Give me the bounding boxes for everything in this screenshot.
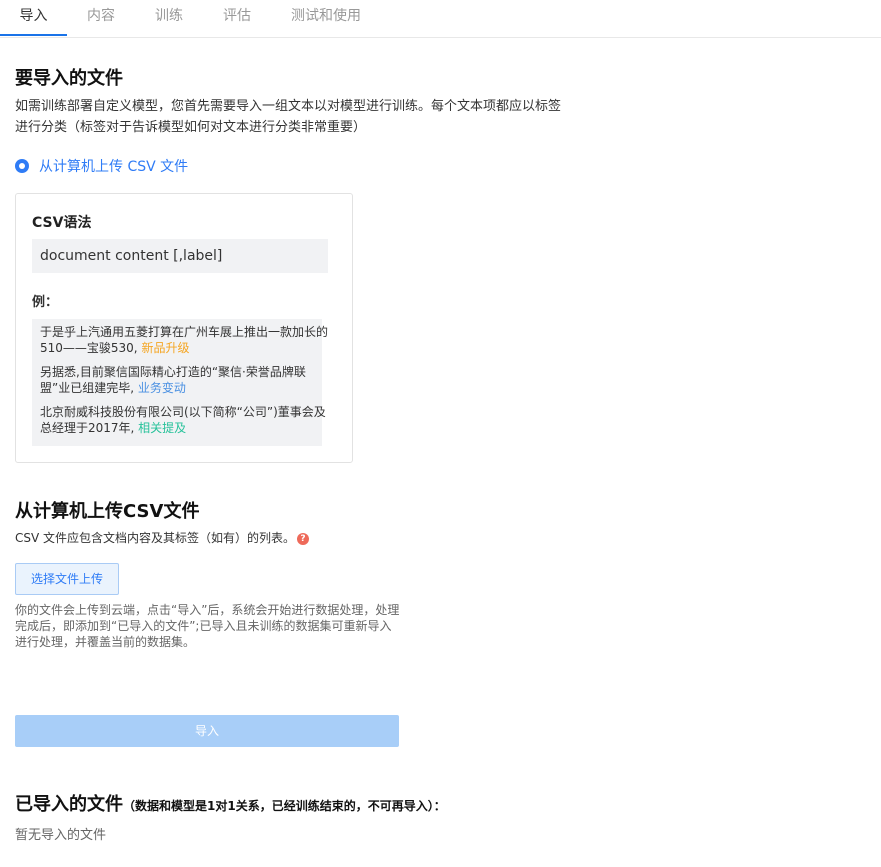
csv-syntax-card: CSV语法 document content [,label] 例： 于是乎上汽… <box>15 193 353 463</box>
example-text: 另据悉,目前聚信国际精心打造的“聚信·荣誉品牌联 <box>40 365 306 379</box>
choose-file-upload-button[interactable]: 选择文件上传 <box>15 563 119 595</box>
section-title-imported: 已导入的文件（数据和模型是1对1关系，已经训练结束的，不可再导入）： <box>15 790 446 816</box>
radio-label[interactable]: 从计算机上传 CSV 文件 <box>39 156 188 176</box>
empty-imported-message: 暂无导入的文件 <box>15 828 107 843</box>
tab-test-use[interactable]: 测试和使用 <box>284 0 368 36</box>
upload-description: CSV 文件应包含文档内容及其标签（如有）的列表。? <box>15 528 310 549</box>
upload-description-text: CSV 文件应包含文档内容及其标签（如有）的列表。 <box>15 531 296 545</box>
section-title-import: 要导入的文件 <box>15 68 123 89</box>
example-text: 总经理于2017年, <box>40 421 139 435</box>
imported-subtitle: （数据和模型是1对1关系，已经训练结束的，不可再导入）： <box>123 799 446 813</box>
example-label: 相关提及 <box>138 421 187 435</box>
tab-bar: 导入 内容 训练 评估 测试和使用 <box>0 0 881 38</box>
tab-train[interactable]: 训练 <box>148 0 190 36</box>
upload-csv-radio-option[interactable]: 从计算机上传 CSV 文件 <box>15 156 188 176</box>
example-item: 北京耐威科技股份有限公司(以下简称“公司”)董事会及 总经理于2017年, 相关… <box>40 404 332 436</box>
example-list: 于是乎上汽通用五菱打算在广州车展上推出一款加长的 510——宝骏530, 新品升… <box>32 319 328 446</box>
example-label: 业务变动 <box>137 381 186 395</box>
imported-title-text: 已导入的文件 <box>15 794 123 815</box>
tab-content[interactable]: 内容 <box>80 0 122 36</box>
upload-note: 你的文件会上传到云端，点击“导入”后，系统会开始进行数据处理，处理完成后，即添加… <box>15 603 400 649</box>
tab-import[interactable]: 导入 <box>0 0 67 36</box>
example-text: 于是乎上汽通用五菱打算在广州车展上推出一款加长的 <box>40 325 329 339</box>
example-item: 于是乎上汽通用五菱打算在广州车展上推出一款加长的 510——宝骏530, 新品升… <box>40 324 332 356</box>
csv-syntax-code: document content [,label] <box>32 239 328 273</box>
import-description-line1: 如需训练部署自定义模型，您首先需要导入一组文本以对模型进行训练。每个文本项都应以… <box>15 99 562 114</box>
example-title: 例： <box>32 295 59 310</box>
example-label: 新品升级 <box>141 341 190 355</box>
tab-evaluate[interactable]: 评估 <box>216 0 258 36</box>
section-title-upload: 从计算机上传CSV文件 <box>15 501 200 522</box>
radio-selected-icon[interactable] <box>15 159 29 173</box>
csv-syntax-title: CSV语法 <box>32 215 92 231</box>
import-button[interactable]: 导入 <box>15 715 399 747</box>
example-item: 另据悉,目前聚信国际精心打造的“聚信·荣誉品牌联 盟”业已组建完毕, 业务变动 <box>40 364 332 396</box>
example-text: 510——宝骏530, <box>40 341 142 355</box>
help-icon[interactable]: ? <box>297 533 310 545</box>
example-text: 盟”业已组建完毕, <box>40 381 138 395</box>
example-text: 北京耐威科技股份有限公司(以下简称“公司”)董事会及 <box>40 405 326 419</box>
import-description-line2: 进行分类（标签对于告诉模型如何对文本进行分类非常重要） <box>15 120 367 135</box>
